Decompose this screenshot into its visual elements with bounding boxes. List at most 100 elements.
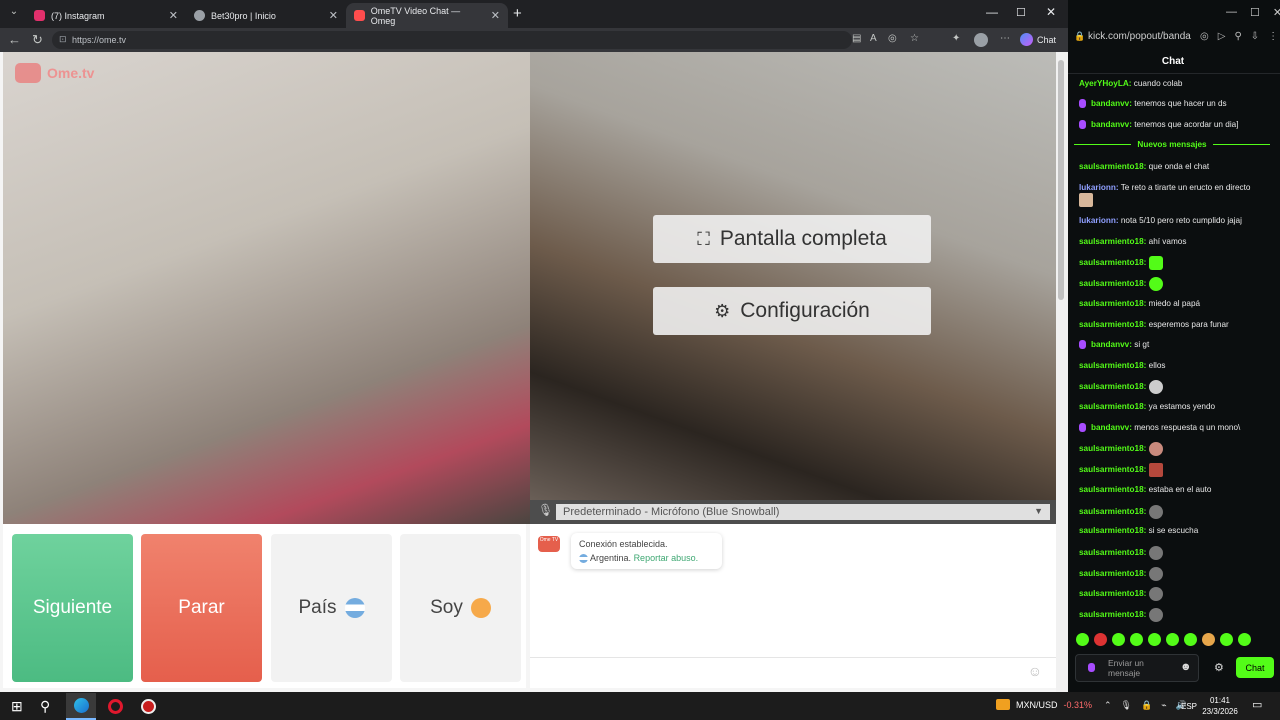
microphone-icon[interactable]: 🎙: [1121, 700, 1132, 711]
chat-message: saulsarmiento18: si se escucha: [1079, 526, 1199, 535]
maximize-icon[interactable]: ☐: [1016, 6, 1026, 19]
start-icon[interactable]: ⊞: [11, 698, 23, 715]
minimize-icon[interactable]: —: [1226, 6, 1237, 19]
country-button[interactable]: País: [271, 534, 392, 682]
emote-icon[interactable]: [1202, 633, 1215, 646]
download-icon[interactable]: ⇩: [1251, 31, 1259, 42]
fullscreen-icon: ⛶: [697, 228, 710, 249]
translate-icon[interactable]: A: [870, 33, 877, 44]
emote-icon[interactable]: [1076, 633, 1089, 646]
profile-avatar[interactable]: [974, 33, 988, 47]
stop-button[interactable]: Parar: [141, 534, 262, 682]
boy-icon: [470, 598, 491, 618]
close-icon[interactable]: ✕: [329, 9, 338, 22]
chat-input[interactable]: ☺: [530, 657, 1056, 685]
back-icon[interactable]: ←: [8, 32, 21, 47]
emote-icon[interactable]: [1130, 633, 1143, 646]
status-country-line: Argentina. Reportar abuso.: [579, 551, 714, 565]
chevron-down-icon: ▼: [1034, 506, 1043, 516]
new-messages-divider: Nuevos mensajes: [1074, 140, 1270, 149]
emote-icon[interactable]: [1166, 633, 1179, 646]
chat-message: lukarionn: Te reto a tirarte un eructo e…: [1079, 182, 1259, 207]
ometv-small-logo-icon: Ome TV: [538, 536, 560, 552]
mic-select[interactable]: Predeterminado - Micrófono (Blue Snowbal…: [556, 504, 1050, 520]
chat-label: Chat: [1037, 34, 1057, 45]
tab-instagram[interactable]: (7) Instagram ✕: [26, 3, 186, 28]
argentina-flag-icon: [344, 598, 365, 618]
report-abuse-link[interactable]: Reportar abuso.: [634, 553, 699, 563]
scrollbar-thumb[interactable]: [1058, 60, 1064, 300]
extensions-icon[interactable]: ⚲: [1234, 31, 1241, 42]
next-button[interactable]: Siguiente: [12, 534, 133, 682]
copilot-chat-button[interactable]: Chat: [1020, 33, 1056, 46]
emote-icon: [1148, 546, 1163, 560]
kick-window-controls: — ☐ ✕: [1226, 6, 1280, 19]
recorder-icon[interactable]: [141, 699, 156, 714]
close-icon[interactable]: ✕: [169, 9, 178, 22]
opera-icon[interactable]: [108, 699, 123, 714]
send-message-placeholder: Enviar un mensaje: [1108, 658, 1144, 678]
send-chat-button[interactable]: Chat: [1236, 657, 1274, 678]
tab-ometv[interactable]: OmeTV Video Chat — Omeg ✕: [346, 3, 508, 28]
tab-bet30pro[interactable]: Bet30pro | Inicio ✕: [186, 3, 346, 28]
tab-title: (7) Instagram: [51, 10, 105, 21]
notifications-icon[interactable]: ▭: [1252, 698, 1262, 711]
instagram-icon: [34, 10, 45, 21]
lock-icon[interactable]: 🔒: [1141, 700, 1152, 711]
gender-button[interactable]: Soy: [400, 534, 521, 682]
copilot-icon: [1020, 33, 1033, 46]
mic-selected-value: Predeterminado - Micrófono (Blue Snowbal…: [563, 506, 780, 518]
emoji-icon[interactable]: ☺: [1028, 663, 1042, 679]
extensions-icon[interactable]: ◎: [888, 33, 897, 44]
new-messages-label: Nuevos mensajes: [1137, 140, 1207, 149]
address-bar[interactable]: ⊡ https://ome.tv: [52, 31, 852, 49]
chat-message: saulsarmiento18:: [1079, 587, 1265, 601]
emote-icon[interactable]: [1238, 633, 1251, 646]
more-menu-icon[interactable]: ⋮: [1268, 31, 1278, 42]
emote-icon: [1148, 463, 1163, 477]
market-ticker[interactable]: MXN/USD -0.31%: [996, 699, 1092, 710]
chat-message: saulsarmiento18:: [1079, 380, 1265, 394]
collections-icon[interactable]: ✦: [952, 33, 960, 44]
clock[interactable]: 01:41 23/3/2026: [1200, 695, 1240, 717]
play-icon[interactable]: ▷: [1218, 31, 1226, 42]
fullscreen-button[interactable]: ⛶ Pantalla completa: [653, 215, 931, 263]
kick-address-bar[interactable]: 🔒 kick.com/popout/banda: [1074, 31, 1194, 42]
maximize-icon[interactable]: ☐: [1250, 6, 1260, 19]
site-info-icon[interactable]: ⊡: [59, 34, 67, 45]
recording-icon: [354, 10, 365, 21]
emote-icon[interactable]: [1184, 633, 1197, 646]
reader-icon[interactable]: ▤: [852, 33, 861, 44]
emoji-icon[interactable]: ☻: [1180, 661, 1192, 673]
reload-icon[interactable]: ↻: [32, 32, 43, 48]
emote-icon[interactable]: [1094, 633, 1107, 646]
chat-message: saulsarmiento18:: [1079, 608, 1265, 622]
chat-message: saulsarmiento18:: [1079, 463, 1265, 477]
search-icon[interactable]: ⚲: [40, 698, 50, 715]
new-tab-icon[interactable]: +: [513, 5, 522, 22]
ometv-logo-text: Ome.tv: [47, 65, 95, 81]
close-icon[interactable]: ✕: [491, 9, 500, 22]
fullscreen-label: Pantalla completa: [719, 227, 887, 250]
chat-message: saulsarmiento18: que onda el chat: [1079, 162, 1210, 171]
edge-icon[interactable]: [66, 693, 96, 720]
favorite-icon[interactable]: ☆: [910, 33, 919, 44]
language-indicator[interactable]: ESP: [1181, 702, 1197, 711]
settings-button[interactable]: ⚙ Configuración: [653, 287, 931, 335]
tab-search-button[interactable]: ⌄: [6, 6, 22, 22]
subscriber-badge-icon: [1079, 99, 1086, 109]
chat-settings-icon[interactable]: ⚙: [1214, 661, 1224, 674]
chat-message: saulsarmiento18:: [1079, 505, 1265, 519]
emote-icon[interactable]: [1112, 633, 1125, 646]
emote-icon[interactable]: [1220, 633, 1233, 646]
network-icon[interactable]: ⌁: [1161, 700, 1166, 711]
popout-icon[interactable]: ◎: [1200, 31, 1209, 42]
close-window-icon[interactable]: ✕: [1273, 6, 1280, 19]
close-window-icon[interactable]: ✕: [1046, 5, 1056, 19]
send-message-input[interactable]: Enviar un mensaje ☻: [1075, 654, 1199, 682]
minimize-icon[interactable]: —: [986, 5, 998, 19]
emote-icon[interactable]: [1148, 633, 1161, 646]
more-menu-icon[interactable]: ⋯: [1000, 33, 1010, 44]
page-scrollbar[interactable]: [1056, 52, 1068, 692]
chevron-up-icon[interactable]: ⌃: [1104, 700, 1112, 711]
